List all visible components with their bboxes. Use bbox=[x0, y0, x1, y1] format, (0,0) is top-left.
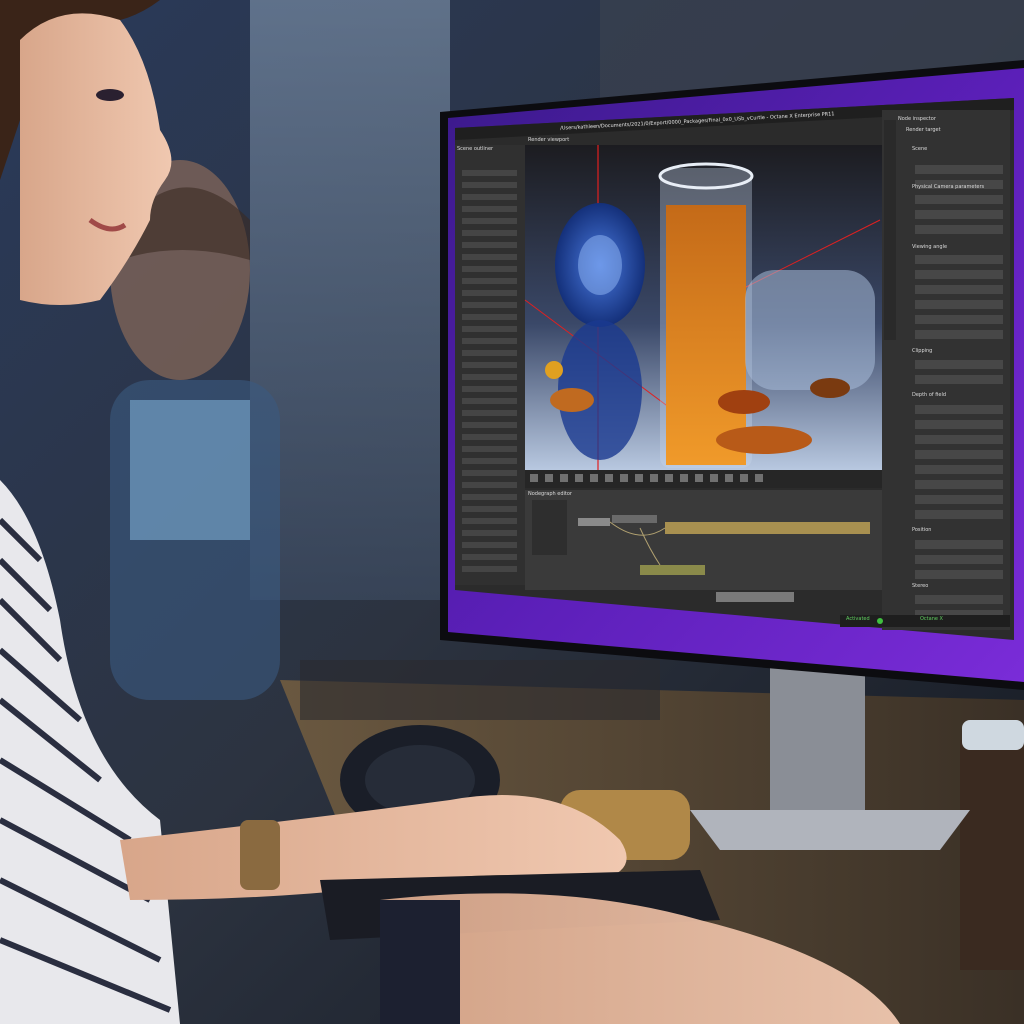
inspector-section-clipping: Clipping bbox=[912, 348, 933, 354]
status-license: Octane X bbox=[920, 616, 943, 622]
node-inspector-label: Node inspector bbox=[898, 116, 936, 122]
inspector-section-scene: Scene bbox=[912, 146, 928, 152]
render-viewport-label: Render viewport bbox=[528, 137, 570, 143]
photo-scene: /Users/kathleen/Documents/2021/0/Export/… bbox=[0, 0, 1024, 1024]
office-background bbox=[0, 0, 1024, 1024]
inspector-section-stereo: Stereo bbox=[912, 583, 929, 589]
scene-outliner-label: Scene outliner bbox=[457, 146, 494, 152]
nodegraph-editor-label: Nodegraph editor bbox=[528, 491, 572, 497]
inspector-section-depth-of-field: Depth of field bbox=[912, 392, 947, 398]
render-target-label: Render target bbox=[906, 127, 941, 133]
inspector-section-position: Position bbox=[912, 527, 932, 533]
inspector-section-physical-camera: Physical Camera parameters bbox=[912, 184, 985, 190]
inspector-section-viewing-angle: Viewing angle bbox=[912, 244, 948, 250]
status-activated: Activated bbox=[846, 616, 870, 622]
